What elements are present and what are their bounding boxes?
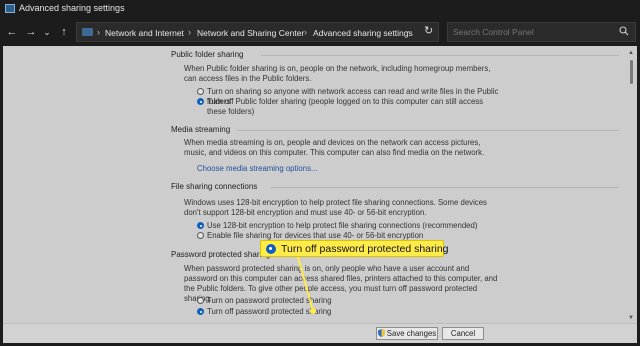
callout-label: Turn off password protected sharing: [281, 243, 449, 255]
callout-pointer: [297, 256, 316, 314]
window-frame-left: [0, 46, 3, 346]
callout-radio-icon: [266, 244, 276, 254]
window: Advanced sharing settings ← → ⌄ ↑ › Netw…: [0, 0, 640, 346]
highlight-callout: Turn off password protected sharing: [260, 240, 449, 257]
